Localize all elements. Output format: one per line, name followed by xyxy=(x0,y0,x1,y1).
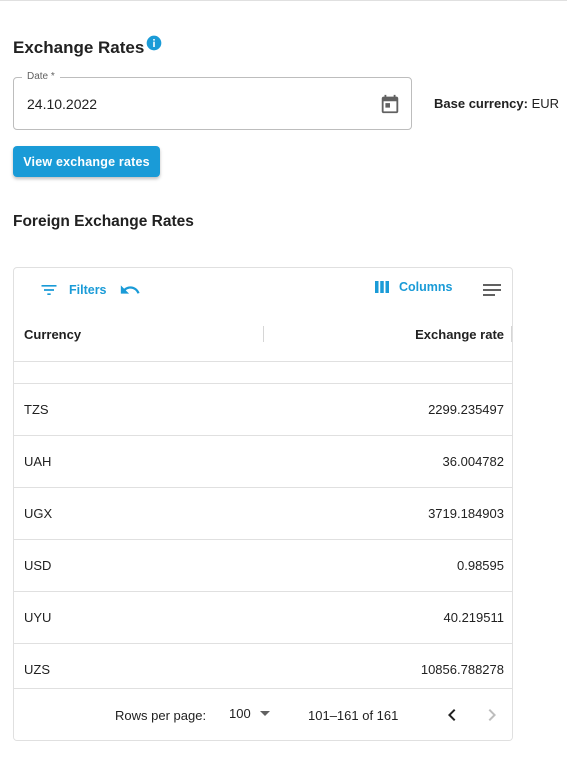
currency-cell: UGX xyxy=(24,506,53,521)
view-exchange-rates-button[interactable]: View exchange rates xyxy=(13,146,160,177)
base-currency: Base currency: EUR xyxy=(434,96,559,111)
reset-icon[interactable] xyxy=(118,279,142,301)
columns-button[interactable]: Columns xyxy=(374,279,452,295)
currency-cell: UAH xyxy=(24,454,52,469)
caret-down-icon xyxy=(259,711,270,716)
table-row[interactable]: TZS 2299.235497 xyxy=(14,384,512,436)
exchange-rate-cell: 0.98595 xyxy=(457,558,504,573)
table-row[interactable]: UAH 36.004782 xyxy=(14,436,512,488)
info-icon[interactable] xyxy=(146,35,162,51)
page-range: 101–161 of 161 xyxy=(308,708,399,723)
table-row[interactable]: UZS 10856.788278 xyxy=(14,644,512,688)
currency-cell: UYU xyxy=(24,610,52,625)
exchange-rates-grid: Filters Columns Currency Exchange rate T… xyxy=(13,267,513,741)
exchange-rate-cell: 36.004782 xyxy=(442,454,504,469)
exchange-rate-cell: 3719.184903 xyxy=(428,506,504,521)
table-row[interactable] xyxy=(14,362,512,384)
column-header-currency[interactable]: Currency xyxy=(24,327,81,342)
rows-per-page-select[interactable]: 100 xyxy=(229,706,270,721)
table-row[interactable]: USD 0.98595 xyxy=(14,540,512,592)
base-currency-value: EUR xyxy=(531,96,560,111)
currency-cell: USD xyxy=(24,558,52,573)
date-value[interactable]: 24.10.2022 xyxy=(27,96,97,112)
grid-header-row: Currency Exchange rate xyxy=(14,312,512,362)
density-icon[interactable] xyxy=(481,280,503,300)
page-title: Exchange Rates xyxy=(13,35,162,58)
column-separator[interactable] xyxy=(263,326,264,342)
chevron-left-icon[interactable] xyxy=(440,703,464,727)
section-title: Foreign Exchange Rates xyxy=(13,213,194,230)
rows-per-page-value: 100 xyxy=(229,706,251,721)
column-separator[interactable] xyxy=(511,326,512,342)
filters-label: Filters xyxy=(69,283,107,297)
date-field[interactable]: Date * 24.10.2022 xyxy=(13,71,412,130)
exchange-rate-cell: 2299.235497 xyxy=(428,402,504,417)
currency-cell: TZS xyxy=(24,402,49,417)
rows-per-page-label: Rows per page: xyxy=(115,708,207,723)
table-row[interactable]: UYU 40.219511 xyxy=(14,592,512,644)
grid-pagination: Rows per page: 100 101–161 of 161 xyxy=(14,688,512,740)
chevron-right-icon xyxy=(488,709,496,721)
base-currency-label: Base currency: xyxy=(434,96,528,111)
columns-icon xyxy=(375,281,389,293)
date-field-label: Date * xyxy=(22,71,60,83)
columns-label: Columns xyxy=(399,280,453,294)
top-divider xyxy=(0,0,567,1)
calendar-icon[interactable] xyxy=(379,93,401,115)
filter-icon xyxy=(41,285,57,295)
page-title-text: Exchange Rates xyxy=(13,38,145,57)
exchange-rate-cell: 40.219511 xyxy=(443,610,505,625)
exchange-rate-cell: 10856.788278 xyxy=(420,662,504,677)
filters-button[interactable]: Filters xyxy=(39,280,107,300)
grid-body[interactable]: TZS 2299.235497 UAH 36.004782 UGX 3719.1… xyxy=(14,362,512,688)
table-row[interactable]: UGX 3719.184903 xyxy=(14,488,512,540)
column-header-exchange-rate[interactable]: Exchange rate xyxy=(415,327,504,342)
currency-cell: UZS xyxy=(24,662,50,677)
